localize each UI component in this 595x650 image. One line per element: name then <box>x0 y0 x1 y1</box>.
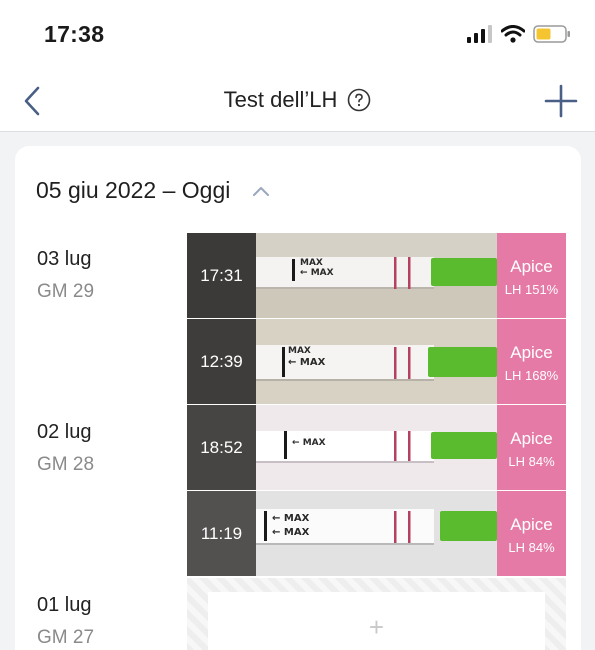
test-row[interactable]: 12:39 MAX ← MAX Apice LH 168% <box>187 319 566 404</box>
cellular-signal-icon <box>467 25 492 43</box>
question-circle-icon[interactable] <box>347 88 371 112</box>
peak-result-badge: Apice LH 168% <box>497 319 566 404</box>
nav-title-group: Test dell’LH <box>0 87 595 113</box>
peak-result-badge: Apice LH 84% <box>497 405 566 490</box>
lh-percentage: LH 84% <box>508 454 555 469</box>
add-test-area: + <box>187 578 566 650</box>
peak-result-badge: Apice LH 84% <box>497 491 566 576</box>
test-row[interactable]: 11:19 ← MAX ← MAX Apice LH 84% <box>187 491 566 576</box>
day-date: 01 lug <box>37 594 92 616</box>
wifi-icon <box>501 25 525 43</box>
test-time-pane: 11:19 <box>187 491 256 576</box>
test-time: 12:39 <box>200 351 243 371</box>
strip-marker-text: MAX <box>300 258 323 268</box>
day-date: 03 lug <box>37 248 92 270</box>
lh-percentage: LH 168% <box>504 368 559 383</box>
test-time-pane: 12:39 <box>187 319 256 404</box>
cycle-day: GM 29 <box>37 281 95 302</box>
add-test-button[interactable] <box>543 83 579 119</box>
period-title: 05 giu 2022 – Oggi <box>36 177 231 203</box>
result-label: Apice <box>510 515 553 534</box>
status-time: 17:38 <box>44 21 105 47</box>
test-time-pane: 18:52 <box>187 405 256 490</box>
peak-result-badge: Apice LH 151% <box>497 233 566 318</box>
test-time-pane: 17:31 <box>187 233 256 318</box>
svg-text:MAX: MAX <box>288 346 311 356</box>
test-time: 17:31 <box>200 265 243 285</box>
lh-percentage: LH 151% <box>504 282 559 297</box>
cycle-day: GM 28 <box>37 454 95 475</box>
test-strip-photo: ← MAX <box>256 405 497 490</box>
svg-text:← MAX: ← MAX <box>288 357 326 368</box>
test-row[interactable]: 17:31 MAX ← MAX Apice LH 151% <box>187 233 566 318</box>
day-label-jul-03: 03 lug GM 29 <box>37 248 94 303</box>
svg-text:← MAX: ← MAX <box>272 527 310 538</box>
test-results-list: 17:31 MAX ← MAX Apice LH 151% 12:39 MAX … <box>187 233 566 577</box>
day-date: 02 lug <box>37 421 92 443</box>
lh-tests-card: 05 giu 2022 – Oggi 03 lug GM 29 02 lug G… <box>15 146 581 650</box>
test-time: 11:19 <box>200 523 243 543</box>
result-label: Apice <box>510 343 553 362</box>
chevron-up-icon <box>253 186 270 196</box>
svg-text:← MAX: ← MAX <box>272 513 310 524</box>
cycle-day: GM 27 <box>37 627 95 648</box>
day-label-jul-01: 01 lug GM 27 <box>37 594 94 649</box>
plus-icon <box>544 84 578 118</box>
period-header[interactable]: 05 giu 2022 – Oggi <box>36 177 270 204</box>
result-label: Apice <box>510 257 553 276</box>
test-strip-photo: ← MAX ← MAX <box>256 491 497 576</box>
day-label-jul-02: 02 lug GM 28 <box>37 421 94 476</box>
test-strip-photo: MAX ← MAX <box>256 319 497 404</box>
test-strip-photo: MAX ← MAX <box>256 233 497 318</box>
lh-percentage: LH 84% <box>508 540 555 555</box>
status-icons <box>467 24 571 44</box>
test-time: 18:52 <box>200 437 243 457</box>
battery-icon <box>533 25 570 43</box>
test-row[interactable]: 18:52 ← MAX Apice LH 84% <box>187 405 566 490</box>
status-bar: 17:38 <box>0 0 595 70</box>
svg-text:← MAX: ← MAX <box>292 438 326 448</box>
page-title: Test dell’LH <box>223 87 338 112</box>
result-label: Apice <box>510 429 553 448</box>
plus-icon: + <box>368 611 385 642</box>
svg-text:← MAX: ← MAX <box>300 268 334 278</box>
nav-bar: Test dell’LH <box>0 70 595 132</box>
add-test-slot[interactable]: + <box>208 592 545 650</box>
